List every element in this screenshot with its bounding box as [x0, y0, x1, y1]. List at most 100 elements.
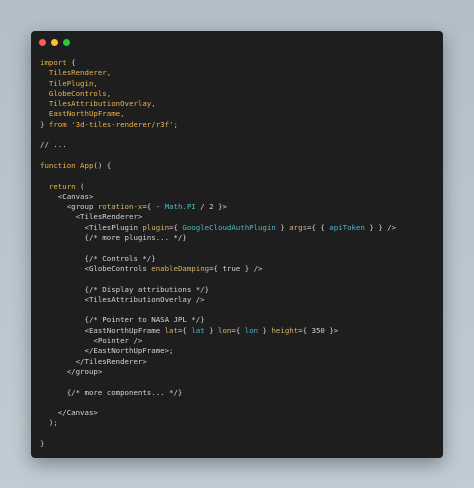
code-line: </TilesRenderer>	[40, 357, 439, 367]
code-token: {/* more plugins... */}	[40, 233, 187, 243]
code-token: lat	[191, 325, 205, 335]
code-line: <EastNorthUpFrame lat={ lat } lon={ lon …	[40, 326, 439, 336]
code-token: App	[75, 160, 94, 170]
code-line: <TilesRenderer>	[40, 212, 439, 222]
code-token: // ...	[40, 140, 67, 150]
code-token: }	[258, 325, 272, 335]
code-token: TilesAttributionOverlay,	[40, 99, 156, 109]
code-line: <TilesAttributionOverlay />	[40, 295, 439, 305]
code-token: lat	[164, 325, 178, 335]
code-token: height	[271, 325, 299, 335]
code-token: }	[40, 119, 49, 129]
code-token: import	[40, 58, 67, 67]
code-token: ={	[177, 325, 192, 335]
code-token: {	[66, 58, 76, 67]
close-button[interactable]	[39, 39, 46, 46]
code-token: {/* Display attributions */}	[40, 284, 210, 294]
code-token: {/* more components... */}	[40, 387, 183, 397]
code-line: <GlobeControls enableDamping={ true } />	[40, 264, 439, 274]
code-line: TilePlugin,	[40, 79, 439, 89]
code-block: import { TilesRenderer, TilePlugin, Glob…	[40, 58, 439, 449]
code-token: plugin	[142, 222, 170, 232]
code-token: <Pointer />	[40, 336, 143, 346]
code-line: TilesRenderer,	[40, 68, 439, 78]
code-token: }	[204, 325, 219, 335]
code-line: GlobeControls,	[40, 89, 439, 99]
code-line: {/* more plugins... */}	[40, 233, 439, 243]
code-token: </TilesRenderer>	[40, 356, 147, 366]
code-line: return (	[40, 182, 439, 192]
code-token: </Canvas>	[40, 408, 98, 418]
code-line: );	[40, 418, 439, 428]
code-token: </group>	[40, 366, 103, 376]
code-line: }	[40, 439, 439, 449]
code-window: import { TilesRenderer, TilePlugin, Glob…	[31, 31, 443, 458]
code-token: ={ {	[307, 222, 330, 232]
code-token: enableDamping	[151, 263, 210, 273]
code-token: lon	[244, 325, 259, 335]
code-line: function App() {	[40, 161, 439, 171]
code-token: from	[48, 119, 67, 129]
code-token: EastNorthUpFrame,	[40, 109, 125, 119]
code-line: <Canvas>	[40, 192, 439, 202]
code-token: return	[40, 181, 76, 191]
code-line: </group>	[40, 367, 439, 377]
code-token: GoogleCloudAuthPlugin	[182, 222, 276, 232]
code-line: {/* Pointer to NASA JPL */}	[40, 315, 439, 325]
code-token: apiToken	[329, 222, 365, 232]
code-token: {/* Pointer to NASA JPL */}	[40, 315, 205, 325]
code-token: TilePlugin,	[40, 78, 98, 88]
code-token: Math.PI	[164, 202, 196, 212]
code-token: (	[75, 181, 85, 191]
code-line: {/* more components... */}	[40, 388, 439, 398]
code-line: TilesAttributionOverlay,	[40, 99, 439, 109]
code-token: ={ 350 }>	[298, 325, 339, 335]
code-line: <Pointer />	[40, 336, 439, 346]
code-line: } from '3d-tiles-renderer/r3f';	[40, 120, 439, 130]
code-token: <Canvas>	[40, 191, 94, 201]
code-line: <group rotation-x={ - Math.PI / 2 }>	[40, 202, 439, 212]
code-token: }	[275, 222, 290, 232]
code-token: </EastNorthUpFrame>;	[40, 346, 174, 356]
code-line: {/* Controls */}	[40, 254, 439, 264]
code-token: } } />	[364, 222, 397, 232]
code-token: <group	[40, 202, 98, 212]
code-token: {/* Controls */}	[40, 253, 156, 263]
code-token: );	[40, 418, 58, 428]
code-line: EastNorthUpFrame,	[40, 109, 439, 119]
code-line: </EastNorthUpFrame>;	[40, 346, 439, 356]
code-token: () {	[93, 160, 112, 170]
code-token: lon	[218, 325, 232, 335]
code-token: function	[40, 160, 76, 170]
code-line: </Canvas>	[40, 408, 439, 418]
code-token: <GlobeControls	[40, 263, 152, 273]
code-token: GlobeControls,	[40, 88, 112, 98]
code-token: TilesRenderer,	[40, 68, 112, 78]
code-token: ={	[169, 222, 183, 232]
code-token: ={ -	[142, 202, 165, 212]
window-titlebar	[31, 31, 443, 53]
code-token: / 2 }>	[195, 202, 227, 212]
code-token: <TilesAttributionOverlay />	[40, 294, 205, 304]
code-line: <TilesPlugin plugin={ GoogleCloudAuthPlu…	[40, 223, 439, 233]
code-token: <TilesRenderer>	[40, 212, 143, 222]
maximize-button[interactable]	[63, 39, 70, 46]
code-token: ={ true } />	[209, 263, 263, 273]
code-token: <EastNorthUpFrame	[40, 325, 165, 335]
code-token: '3d-tiles-renderer/r3f';	[66, 119, 178, 129]
code-token: }	[40, 438, 45, 448]
minimize-button[interactable]	[51, 39, 58, 46]
code-token: rotation-x	[97, 202, 143, 212]
code-line: {/* Display attributions */}	[40, 285, 439, 295]
code-line: // ...	[40, 140, 439, 150]
code-line: import {	[40, 58, 439, 68]
